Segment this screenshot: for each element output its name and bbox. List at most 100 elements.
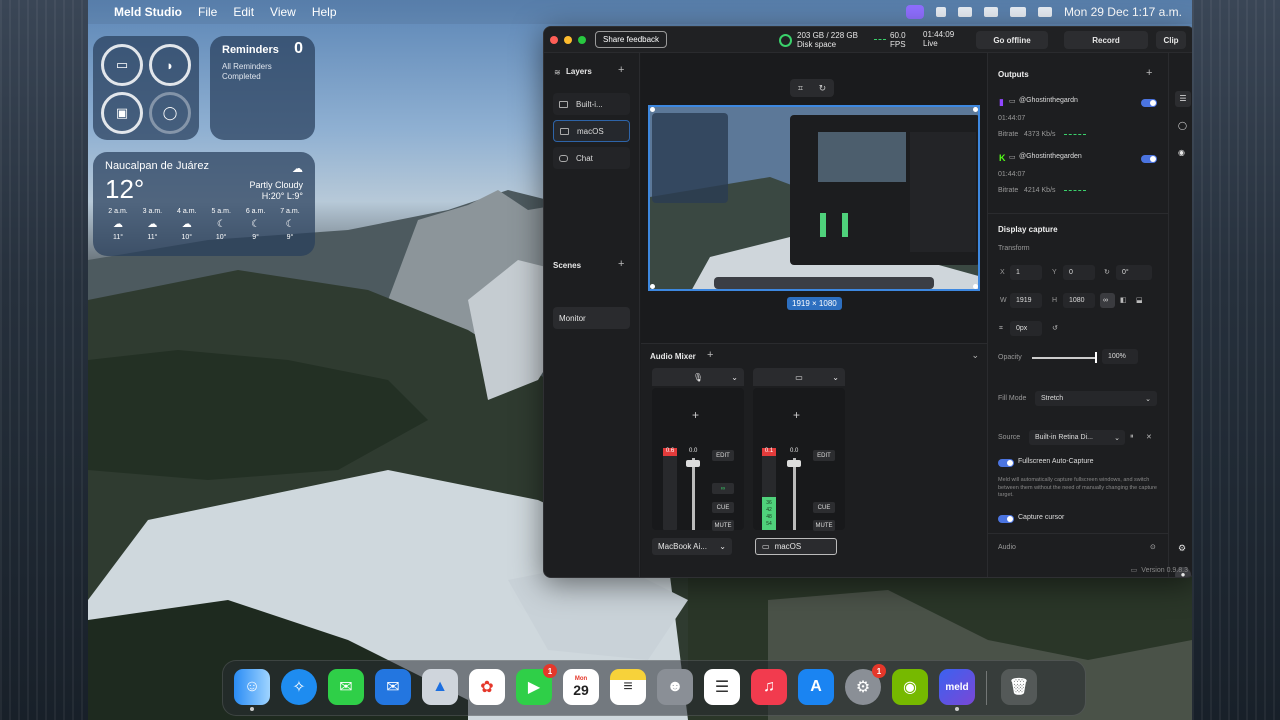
- close-icon[interactable]: ✕: [1146, 433, 1152, 441]
- y-input[interactable]: 0: [1063, 265, 1095, 280]
- music-icon[interactable]: ♫: [751, 669, 787, 705]
- height-input[interactable]: 1080: [1063, 293, 1095, 308]
- link-aspect-icon[interactable]: ∞: [1100, 293, 1115, 308]
- width-input[interactable]: 1919: [1010, 293, 1042, 308]
- layer-item-built-in[interactable]: Built-i...: [553, 93, 630, 115]
- cue-button[interactable]: CUE: [813, 502, 835, 513]
- chevron-down-icon[interactable]: ⌄: [832, 373, 839, 382]
- safari-icon[interactable]: ✧: [281, 669, 317, 705]
- volume-fader[interactable]: [793, 458, 796, 530]
- resize-handle[interactable]: [973, 107, 978, 112]
- edit-button[interactable]: EDIT: [712, 450, 734, 461]
- preview-area[interactable]: ⌗ ↻ 1919 × 1080: [641, 53, 987, 343]
- fullscreen-autocapture-toggle[interactable]: [998, 459, 1014, 467]
- meld-studio-icon[interactable]: meld: [939, 669, 975, 711]
- car-icon[interactable]: [957, 7, 972, 17]
- record-button[interactable]: Record: [1064, 31, 1148, 49]
- opacity-slider-thumb[interactable]: [1095, 352, 1097, 363]
- go-offline-button[interactable]: Go offline: [976, 31, 1048, 49]
- properties-tab-icon[interactable]: ☰: [1175, 91, 1191, 107]
- nvidia-icon[interactable]: ◉: [892, 669, 928, 705]
- clip-button[interactable]: Clip: [1156, 31, 1186, 49]
- menu-help[interactable]: Help: [312, 5, 337, 19]
- photos-icon[interactable]: ✿: [469, 669, 505, 705]
- broadcast-tab-icon[interactable]: ◉: [1178, 148, 1185, 157]
- channel-2-device-select[interactable]: ▭ macOS: [755, 538, 837, 555]
- add-filter-icon[interactable]: +: [793, 408, 800, 422]
- display-icon[interactable]: [983, 7, 998, 17]
- rotation-input[interactable]: 0°: [1116, 265, 1152, 280]
- notes-icon[interactable]: ≡: [610, 669, 646, 705]
- pause-icon[interactable]: ⏸: [1130, 433, 1134, 441]
- batteries-widget[interactable]: ▭ ◗ ▣ ◯: [93, 36, 199, 140]
- mute-button[interactable]: MUTE: [813, 520, 835, 531]
- output-2-toggle[interactable]: [1141, 155, 1157, 163]
- layer-item-chat[interactable]: Chat: [553, 147, 630, 169]
- resize-handle[interactable]: [650, 284, 655, 289]
- finder-icon[interactable]: ☺: [234, 669, 270, 711]
- weather-widget[interactable]: Naucalpan de Juárez 12° ☁ Partly Cloudy …: [93, 152, 315, 256]
- reset-icon[interactable]: ↻: [819, 83, 827, 94]
- chat-tab-icon[interactable]: ◯: [1178, 121, 1187, 130]
- link-icon[interactable]: ∞: [712, 483, 734, 494]
- calendar-icon[interactable]: Mon 29: [563, 669, 599, 705]
- chevron-down-icon[interactable]: ⌄: [731, 373, 738, 382]
- battery-icon[interactable]: [1009, 7, 1026, 17]
- add-output-icon[interactable]: +: [1146, 67, 1152, 79]
- menu-clock[interactable]: Mon 29 Dec 1:17 a.m.: [1064, 5, 1182, 19]
- minimize-window-icon[interactable]: [564, 35, 572, 44]
- layer-item-macos[interactable]: macOS: [553, 120, 630, 142]
- x-input[interactable]: 1: [1010, 265, 1042, 280]
- zoom-window-icon[interactable]: [578, 35, 586, 44]
- share-feedback-button[interactable]: Share feedback: [595, 31, 668, 48]
- canvas-preview[interactable]: [648, 105, 980, 291]
- flip-horizontal-icon[interactable]: ◧: [1120, 296, 1127, 304]
- meld-status-icon[interactable]: [905, 5, 924, 19]
- add-scene-icon[interactable]: +: [618, 258, 624, 270]
- channel-1-header[interactable]: 🎙︎ ⌄: [652, 368, 744, 386]
- menu-view[interactable]: View: [270, 5, 296, 19]
- reminders-widget[interactable]: Reminders 0 All Reminders Completed: [210, 36, 315, 140]
- reminders-icon[interactable]: ☰: [704, 669, 740, 705]
- control-center-icon[interactable]: [1037, 7, 1052, 17]
- messages-icon[interactable]: ✉: [328, 669, 364, 705]
- reset-crop-icon[interactable]: ↺: [1052, 324, 1058, 332]
- menu-file[interactable]: File: [198, 5, 217, 19]
- audio-section-label[interactable]: Audio: [998, 544, 1016, 551]
- volume-fader[interactable]: [692, 458, 695, 530]
- opacity-slider[interactable]: [1032, 357, 1096, 359]
- contacts-icon[interactable]: ☻: [657, 669, 693, 705]
- capture-cursor-toggle[interactable]: [998, 515, 1014, 523]
- audio-settings-icon[interactable]: ⊙: [1150, 543, 1156, 551]
- rocket-icon[interactable]: [935, 7, 946, 17]
- system-settings-icon[interactable]: ⚙ 1: [845, 664, 886, 705]
- channel-2-header[interactable]: ▭ ⌄: [753, 368, 845, 386]
- output-1-toggle[interactable]: [1141, 99, 1157, 107]
- menu-app-name[interactable]: Meld Studio: [114, 5, 182, 19]
- scene-item-monitor[interactable]: Monitor: [553, 307, 630, 329]
- channel-1-device-select[interactable]: MacBook Ai... ⌄: [652, 538, 732, 555]
- close-window-icon[interactable]: [550, 35, 558, 44]
- fader-knob[interactable]: [787, 460, 801, 467]
- opacity-input[interactable]: 100%: [1102, 349, 1138, 364]
- mail-icon[interactable]: ✉: [375, 669, 411, 705]
- mute-button[interactable]: MUTE: [712, 520, 734, 531]
- settings-gear-icon[interactable]: ⚙: [1178, 543, 1186, 554]
- resize-handle[interactable]: [650, 107, 655, 112]
- add-filter-icon[interactable]: +: [692, 408, 699, 422]
- source-select[interactable]: Built-in Retina Di... ⌄: [1029, 430, 1125, 445]
- cue-button[interactable]: CUE: [712, 502, 734, 513]
- trash-icon[interactable]: 🗑︎: [1001, 669, 1037, 705]
- collapse-chevron-icon[interactable]: ⌄: [971, 350, 979, 361]
- crop-input[interactable]: 0px: [1010, 321, 1042, 336]
- flip-vertical-icon[interactable]: ⬓: [1136, 296, 1143, 304]
- menu-edit[interactable]: Edit: [233, 5, 254, 19]
- add-layer-icon[interactable]: +: [618, 64, 624, 76]
- fill-mode-select[interactable]: Stretch ⌄: [1035, 391, 1157, 406]
- resize-handle[interactable]: [973, 284, 978, 289]
- add-audio-icon[interactable]: +: [707, 349, 713, 361]
- crop-icon[interactable]: ⌗: [798, 83, 803, 94]
- fader-knob[interactable]: [686, 460, 700, 467]
- edit-button[interactable]: EDIT: [813, 450, 835, 461]
- maps-icon[interactable]: ▲: [422, 669, 458, 705]
